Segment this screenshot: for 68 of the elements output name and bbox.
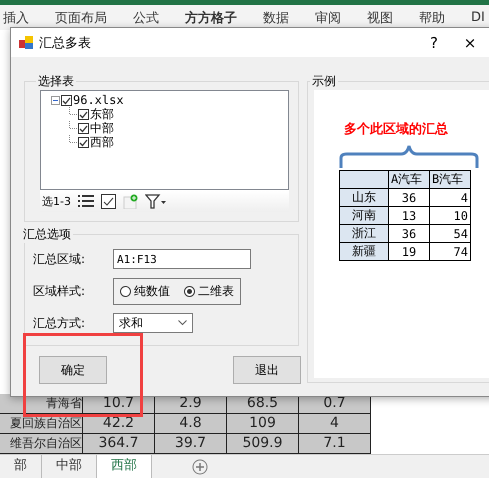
table-cell: 19	[388, 242, 430, 260]
filter-icon[interactable]	[144, 194, 167, 208]
table-cell: 36	[388, 224, 430, 242]
table-cell: 74	[430, 242, 470, 260]
app-icon	[19, 36, 33, 50]
sheet-tab[interactable]: 西部	[97, 455, 152, 478]
example-caption: 多个此区域的汇总	[344, 121, 448, 138]
tree-item[interactable]: 中部	[90, 120, 114, 136]
table-cell: 109	[227, 414, 299, 434]
checkbox[interactable]	[61, 94, 72, 106]
help-button[interactable]: ?	[419, 34, 449, 52]
ribbon-tab[interactable]: 数据	[250, 8, 302, 26]
table-cell: 河南	[340, 206, 388, 224]
field-label: 汇总区域:	[33, 250, 86, 268]
table-header: B汽车	[430, 170, 470, 188]
table-cell: 36	[388, 188, 430, 206]
table-cell: 夏回族自治区	[0, 414, 83, 434]
radio-dot-icon	[187, 288, 192, 294]
checkbox[interactable]	[78, 136, 89, 148]
dialog-button[interactable]: 确定	[39, 356, 107, 384]
group-title: 选择表	[37, 73, 75, 90]
checkbox[interactable]	[78, 108, 89, 120]
tree-item[interactable]: 96.xlsx	[73, 93, 124, 107]
radio-label[interactable]: 二维表	[198, 282, 234, 300]
ribbon-tab[interactable]: 页面布局	[42, 8, 120, 26]
add-document-icon[interactable]	[122, 194, 138, 208]
checkbox[interactable]	[78, 122, 89, 134]
radio-button[interactable]	[184, 286, 195, 296]
table-cell: 10	[430, 206, 470, 224]
checkbox-icon[interactable]	[100, 194, 116, 208]
table-cell: 4.8	[155, 414, 227, 434]
sheet-tab[interactable]: 部	[0, 455, 42, 478]
tree-item[interactable]: 东部	[90, 106, 114, 122]
method-dropdown[interactable]: 求和	[113, 313, 193, 333]
tree-item[interactable]: 西部	[90, 134, 114, 150]
ribbon-tab[interactable]: DI	[458, 10, 489, 25]
group-title: 示例	[311, 73, 337, 90]
ribbon-tab[interactable]: 公式	[120, 8, 172, 26]
ribbon-tab[interactable]: 审阅	[302, 8, 354, 26]
table-header: A汽车	[388, 170, 430, 188]
dropdown-value: 求和	[119, 314, 143, 332]
table-cell: 浙江	[340, 224, 388, 242]
window-title: 汇总多表	[39, 34, 92, 52]
table-cell: 4	[430, 188, 470, 206]
add-sheet-icon[interactable]	[192, 459, 208, 475]
ribbon-tab[interactable]: 方方格子	[172, 8, 250, 26]
field-label: 区域样式:	[33, 282, 86, 300]
radio-button[interactable]	[120, 286, 131, 296]
table-cell: 54	[430, 224, 470, 242]
range-field[interactable]: A1:F13	[113, 249, 251, 269]
collapse-icon[interactable]	[51, 96, 60, 104]
table-cell: 42.2	[83, 414, 155, 434]
ribbon-tab[interactable]: 视图	[354, 8, 406, 26]
ribbon-tab[interactable]: 帮助	[406, 8, 458, 26]
ribbon-tab[interactable]: 插入	[0, 8, 42, 26]
table-header	[340, 170, 388, 188]
table-cell: 山东	[340, 188, 388, 206]
chevron-down-icon	[178, 320, 187, 326]
selection-count: 选1-3	[42, 194, 71, 208]
dialog-button[interactable]: 退出	[233, 356, 301, 384]
close-button[interactable]: ×	[455, 34, 485, 52]
group-title: 汇总选项	[22, 226, 72, 243]
table-cell: 4	[299, 414, 371, 434]
table-cell: 13	[388, 206, 430, 224]
list-icon[interactable]	[78, 194, 94, 208]
radio-label[interactable]: 纯数值	[134, 282, 170, 300]
table-cell: 新疆	[340, 242, 388, 260]
field-label: 汇总方式:	[33, 314, 86, 332]
